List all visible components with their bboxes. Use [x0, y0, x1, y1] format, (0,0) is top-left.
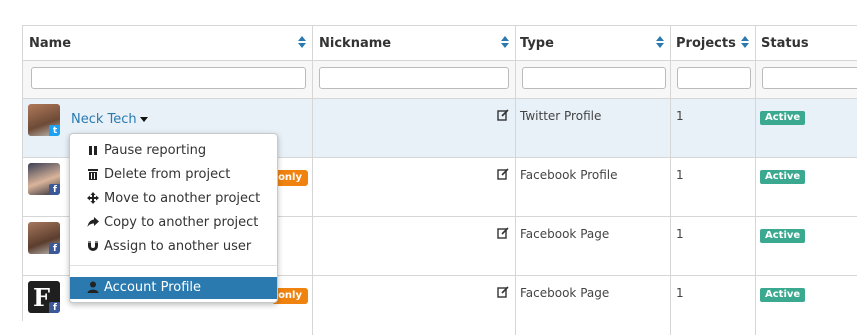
- user-icon: [87, 281, 99, 293]
- column-header-name[interactable]: Name: [23, 26, 313, 60]
- projects-cell: 1: [671, 217, 756, 275]
- menu-item-pause-reporting[interactable]: Pause reporting: [70, 140, 277, 162]
- facebook-icon: f: [49, 184, 60, 195]
- account-context-menu: Pause reporting Delete from project Move…: [69, 133, 278, 303]
- nickname-cell: [313, 276, 516, 335]
- account-type: Facebook Profile: [520, 168, 618, 182]
- menu-item-move-to-another-project[interactable]: Move to another project: [70, 188, 277, 210]
- type-cell: Facebook Page: [516, 276, 671, 335]
- account-type: Twitter Profile: [520, 109, 602, 123]
- account-type: Facebook Page: [520, 286, 610, 300]
- column-header-projects[interactable]: Projects: [671, 26, 756, 60]
- status-cell: Active: [756, 99, 857, 157]
- table-header: Name Nickname Type Projects Status: [23, 26, 857, 61]
- sort-icon[interactable]: [655, 35, 665, 49]
- menu-item-label: Copy to another project: [104, 215, 259, 230]
- filter-cell-status: [756, 61, 857, 98]
- facebook-icon: f: [49, 302, 60, 313]
- filter-cell-projects: [671, 61, 756, 98]
- name-filter-input[interactable]: [31, 67, 306, 89]
- projects-count: 1: [676, 286, 684, 300]
- status-cell: Active: [756, 158, 857, 216]
- status-cell: Active: [756, 217, 857, 275]
- projects-cell: 1: [671, 99, 756, 157]
- nickname-cell: [313, 99, 516, 157]
- account-name: Neck Tech: [71, 112, 137, 127]
- pause-icon: [89, 146, 97, 155]
- filter-cell-type: [516, 61, 671, 98]
- column-label-nickname: Nickname: [319, 36, 392, 51]
- column-label-projects: Projects: [676, 36, 736, 51]
- projects-count: 1: [676, 227, 684, 241]
- avatar: t: [28, 104, 60, 136]
- filter-cell-name: [23, 61, 313, 98]
- projects-count: 1: [676, 168, 684, 182]
- menu-divider: [70, 265, 277, 266]
- status-cell: Active: [756, 276, 857, 335]
- column-label-name: Name: [29, 36, 72, 51]
- column-header-type[interactable]: Type: [516, 26, 671, 60]
- status-badge: Active: [760, 229, 806, 243]
- edit-icon[interactable]: [497, 227, 509, 239]
- magnet-icon: [88, 241, 98, 251]
- status-badge: Active: [760, 288, 806, 302]
- edit-icon[interactable]: [497, 286, 509, 298]
- avatar: F f: [28, 281, 60, 313]
- menu-item-label: Delete from project: [104, 167, 231, 182]
- account-type: Facebook Page: [520, 227, 610, 241]
- column-header-status[interactable]: Status: [756, 26, 857, 60]
- account-name-link[interactable]: Neck Tech: [71, 112, 148, 127]
- type-cell: Twitter Profile: [516, 99, 671, 157]
- menu-item-label: Assign to another user: [104, 239, 252, 254]
- nickname-cell: [313, 217, 516, 275]
- twitter-icon: t: [49, 125, 60, 136]
- edit-icon[interactable]: [497, 109, 509, 121]
- menu-item-account-profile[interactable]: Account Profile: [70, 277, 277, 299]
- type-cell: Facebook Page: [516, 217, 671, 275]
- type-filter-input[interactable]: [522, 67, 666, 89]
- sort-icon[interactable]: [500, 35, 510, 49]
- menu-item-copy-to-another-project[interactable]: Copy to another project: [70, 212, 277, 234]
- status-badge: Active: [760, 111, 806, 125]
- column-label-type: Type: [520, 36, 554, 51]
- filter-row: [23, 61, 857, 99]
- status-filter-input[interactable]: [762, 67, 857, 89]
- sort-icon[interactable]: [740, 35, 750, 49]
- menu-item-assign-to-another-user[interactable]: Assign to another user: [70, 236, 277, 258]
- edit-icon[interactable]: [497, 168, 509, 180]
- nickname-cell: [313, 158, 516, 216]
- sort-icon[interactable]: [297, 35, 307, 49]
- column-label-status: Status: [761, 36, 809, 51]
- projects-count: 1: [676, 109, 684, 123]
- projects-cell: 1: [671, 158, 756, 216]
- status-badge: Active: [760, 170, 806, 184]
- menu-item-label: Pause reporting: [104, 143, 207, 158]
- avatar: f: [28, 222, 60, 254]
- filter-cell-nickname: [313, 61, 516, 98]
- page-logo-icon: F: [33, 283, 51, 312]
- move-arrows-icon: [87, 192, 99, 204]
- avatar: f: [28, 163, 60, 195]
- menu-item-label: Account Profile: [104, 280, 202, 295]
- menu-item-label: Move to another project: [104, 191, 261, 206]
- projects-cell: 1: [671, 276, 756, 335]
- caret-down-icon[interactable]: [139, 117, 148, 122]
- projects-filter-input[interactable]: [677, 67, 751, 89]
- menu-item-delete-from-project[interactable]: Delete from project: [70, 164, 277, 186]
- trash-icon: [88, 169, 98, 180]
- facebook-icon: f: [49, 243, 60, 254]
- nickname-filter-input[interactable]: [319, 67, 509, 89]
- type-cell: Facebook Profile: [516, 158, 671, 216]
- share-arrow-icon: [87, 217, 99, 227]
- column-header-nickname[interactable]: Nickname: [313, 26, 516, 60]
